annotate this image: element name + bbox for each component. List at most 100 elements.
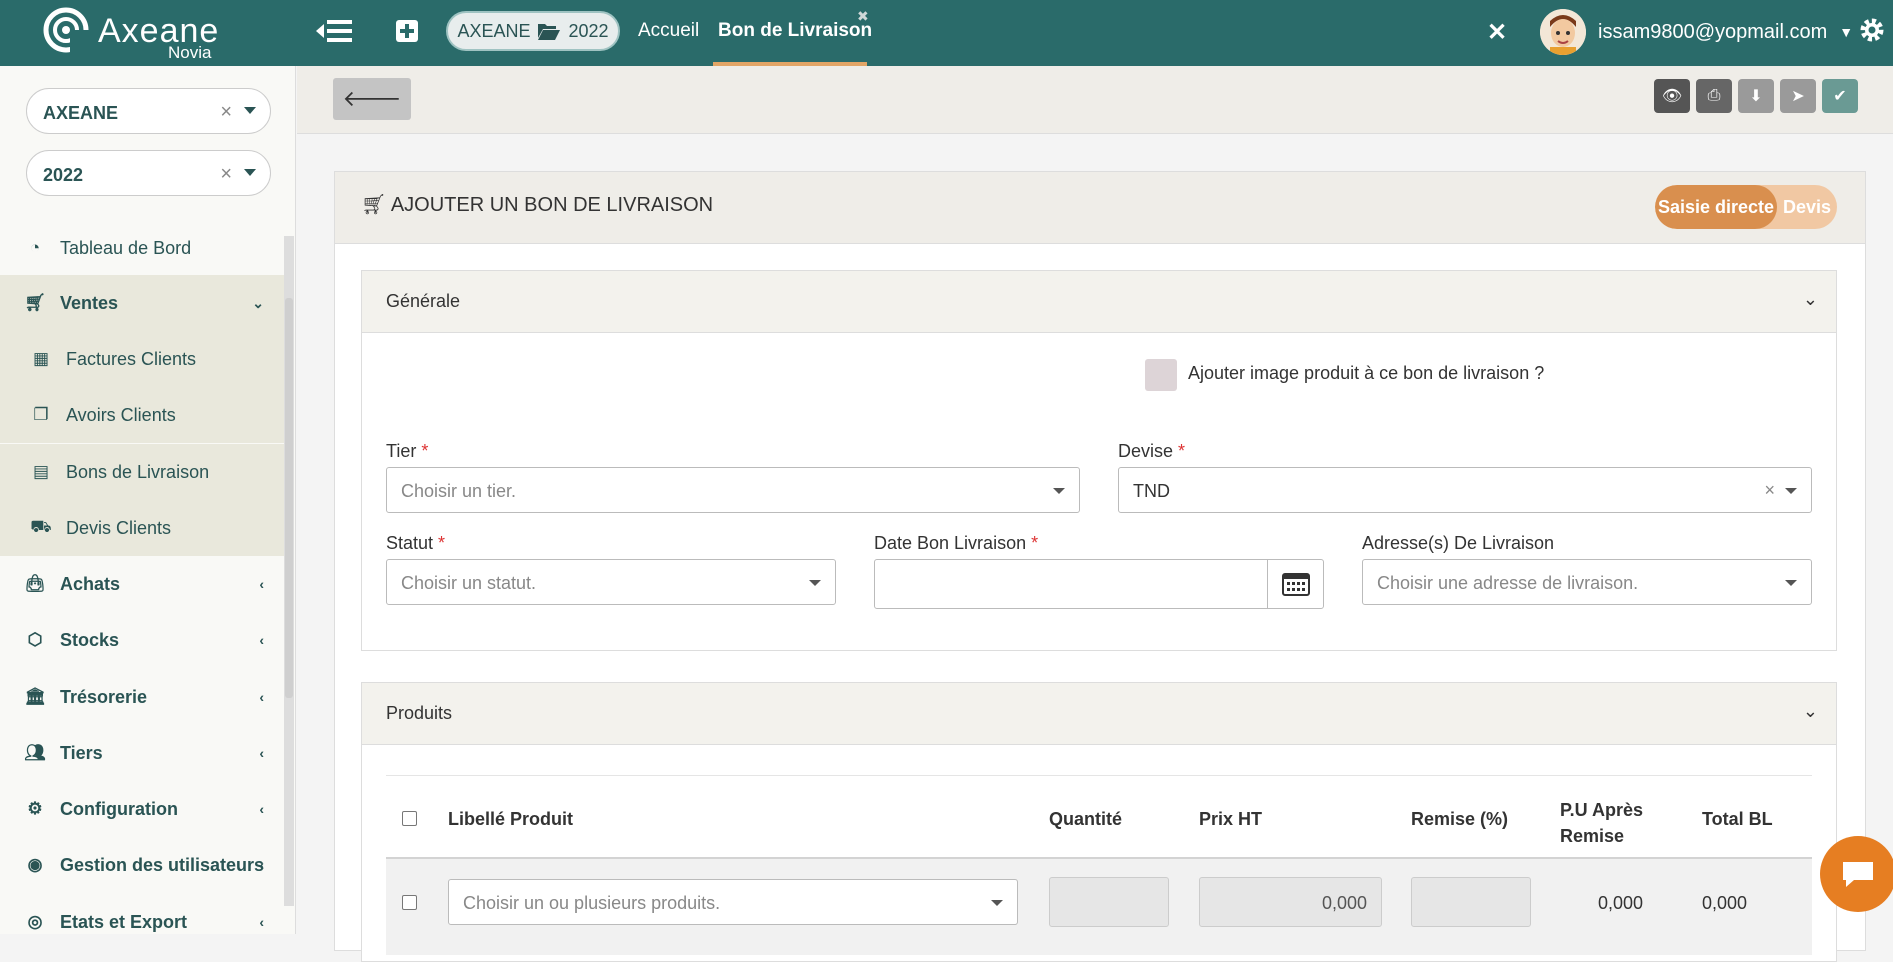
cart-plus-icon: 🛒︎ (361, 194, 387, 216)
clear-icon[interactable]: × (1764, 480, 1775, 501)
chevron-left-icon: ‹ (259, 914, 264, 930)
company-select[interactable]: AXEANE × (26, 88, 271, 134)
calculator-icon: ▦ (32, 349, 50, 368)
chevron-left-icon: ‹ (259, 689, 264, 705)
sidebar-item-factures-clients[interactable]: ▦ Factures Clients (0, 331, 284, 387)
image-checkbox[interactable] (1145, 359, 1177, 391)
user-menu[interactable]: issam9800@yopmail.com ▼ (1540, 9, 1853, 55)
sidebar-item-configuration[interactable]: ⚙︎ Configuration ‹ (0, 781, 284, 837)
sidebar-item-gestion-utilisateurs[interactable]: ◉ Gestion des utilisateurs ‹ (0, 837, 284, 893)
sidebar-item-label: Ventes (60, 292, 119, 313)
year-select[interactable]: 2022 × (26, 150, 271, 196)
gear-icon[interactable] (1858, 16, 1886, 49)
panel-produits: Produits ⌄ Libellé Produit Quantité Prix… (361, 682, 1837, 962)
close-icon[interactable]: ✕ (1487, 18, 1507, 47)
panel-title: Produits (386, 703, 453, 723)
select-all-checkbox[interactable] (402, 811, 417, 826)
top-navbar: Axeane Novia AXEANE 2022 Accueil Bon de … (0, 0, 1893, 66)
preview-button[interactable]: 👁︎ (1654, 79, 1690, 113)
page-title-text: AJOUTER UN BON DE LIVRAISON (390, 194, 714, 216)
sidebar-item-etats-export[interactable]: ◎ Etats et Export ‹ (0, 894, 284, 934)
plus-square-icon[interactable] (396, 20, 418, 46)
download-button[interactable]: ⬇ (1738, 79, 1774, 113)
col-total-bl: Total BL (1702, 809, 1773, 829)
panel-generale: Générale ⌄ Ajouter image produit à ce bo… (361, 270, 1837, 651)
sidebar-item-tiers[interactable]: 👥︎ Tiers ‹ (0, 725, 284, 781)
action-toolbar: 🡐 👁︎ ⎙ ⬇ ➤ ✔ (297, 66, 1893, 134)
sidebar-item-achats[interactable]: 👜︎ Achats ‹ (0, 556, 284, 612)
col-pu-apres-remise: P.U Après Remise (1560, 800, 1644, 846)
calendar-button[interactable] (1267, 560, 1323, 608)
sidebar-item-stocks[interactable]: ⬡ Stocks ‹ (0, 612, 284, 668)
row-checkbox[interactable] (402, 895, 417, 910)
nav-tab-bon-livraison[interactable]: Bon de Livraison (718, 20, 872, 42)
sidebar-item-label: Stocks (60, 629, 120, 650)
date-label: Date Bon Livraison * (874, 533, 1039, 553)
sidebar-item-bons-de-livraison[interactable]: ▤ Bons de Livraison (0, 444, 284, 500)
statut-select[interactable]: Choisir un statut. (386, 559, 836, 605)
sidebar-item-label: Achats (60, 573, 121, 594)
chevron-down-icon: ⌄ (252, 294, 264, 311)
context-year: 2022 (568, 20, 609, 41)
chat-button[interactable] (1820, 836, 1893, 912)
col-libelle: Libellé Produit (448, 809, 574, 829)
company-select-value: AXEANE (43, 103, 119, 123)
sidebar-item-devis-clients[interactable]: ⛟ Devis Clients (0, 500, 284, 556)
back-button[interactable]: 🡐 (333, 78, 411, 120)
nav-home-link[interactable]: Accueil (638, 20, 699, 42)
validate-button[interactable]: ✔ (1822, 79, 1858, 113)
bag-icon: 👜︎ (24, 574, 46, 593)
users-icon: 👥︎ (24, 743, 46, 762)
toggle-saisie-directe[interactable]: Saisie directe (1655, 185, 1777, 229)
caret-down-icon (244, 107, 256, 114)
close-tab-icon[interactable]: ✖ (857, 8, 869, 25)
logo-mark-icon (43, 7, 94, 54)
sidebar-item-label: Avoirs Clients (66, 404, 176, 425)
card-header: 🛒︎ AJOUTER UN BON DE LIVRAISON Saisie di… (335, 172, 1865, 244)
adresse-placeholder: Choisir une adresse de livraison. (1377, 573, 1639, 593)
toggle-devis[interactable]: Devis (1777, 185, 1837, 229)
context-company: AXEANE (457, 20, 531, 41)
remise-input[interactable] (1411, 877, 1531, 927)
caret-down-icon (244, 169, 256, 176)
calendar-icon (1281, 573, 1310, 596)
produits-table: Libellé Produit Quantité Prix HT Remise … (362, 745, 1836, 955)
sidebar-item-ventes[interactable]: 🛒︎ Ventes ⌄ (0, 275, 284, 331)
print-button[interactable]: ⎙ (1696, 79, 1732, 113)
cart-icon: 🛒︎ (24, 293, 46, 312)
sidebar-item-label: Configuration (60, 798, 178, 819)
clear-icon[interactable]: × (220, 101, 232, 124)
menu-icon[interactable] (316, 18, 352, 48)
devise-label: Devise * (1118, 441, 1186, 461)
send-button[interactable]: ➤ (1780, 79, 1816, 113)
mode-toggle[interactable]: Saisie directe Devis (1655, 185, 1837, 229)
sidebar-item-label: Trésorerie (60, 686, 148, 707)
adresse-select[interactable]: Choisir une adresse de livraison. (1362, 559, 1812, 605)
caret-down-icon: ▼ (1839, 24, 1854, 40)
chevron-down-icon[interactable]: ⌄ (1803, 289, 1818, 310)
sidebar-item-avoirs-clients[interactable]: ❐ Avoirs Clients (0, 387, 284, 443)
product-select[interactable]: Choisir un ou plusieurs produits. (448, 879, 1018, 925)
quantite-input[interactable] (1049, 877, 1169, 927)
panel-produits-header[interactable]: Produits ⌄ (362, 683, 1836, 745)
panel-title: Générale (386, 291, 461, 311)
context-pill[interactable]: AXEANE 2022 (446, 11, 620, 51)
tier-select[interactable]: Choisir un tier. (386, 467, 1080, 513)
panel-generale-header[interactable]: Générale ⌄ (362, 271, 1836, 333)
sidebar-item-tresorerie[interactable]: 🏛︎ Trésorerie ‹ (0, 669, 284, 725)
date-input[interactable] (874, 559, 1324, 609)
total-bl-value: 0,000 (1702, 893, 1748, 913)
app-logo[interactable]: Axeane Novia (40, 4, 230, 62)
chevron-left-icon: ‹ (259, 745, 264, 761)
clear-icon[interactable]: × (220, 163, 232, 186)
devise-select[interactable]: TND × (1118, 467, 1812, 513)
prix-ht-input[interactable]: 0,000 (1199, 877, 1382, 927)
gear-icon: ⚙︎ (27, 799, 43, 818)
statut-label: Statut * (386, 533, 446, 553)
download-icon: ⬇ (1749, 88, 1763, 105)
sidebar-scrollbar-thumb[interactable] (285, 298, 293, 698)
chevron-down-icon[interactable]: ⌄ (1803, 701, 1818, 722)
chevron-left-icon: ‹ (259, 857, 264, 873)
sidebar-item-tableau-de-bord[interactable]: ◔ Tableau de Bord (0, 220, 284, 276)
sidebar-item-label: Factures Clients (66, 348, 197, 369)
